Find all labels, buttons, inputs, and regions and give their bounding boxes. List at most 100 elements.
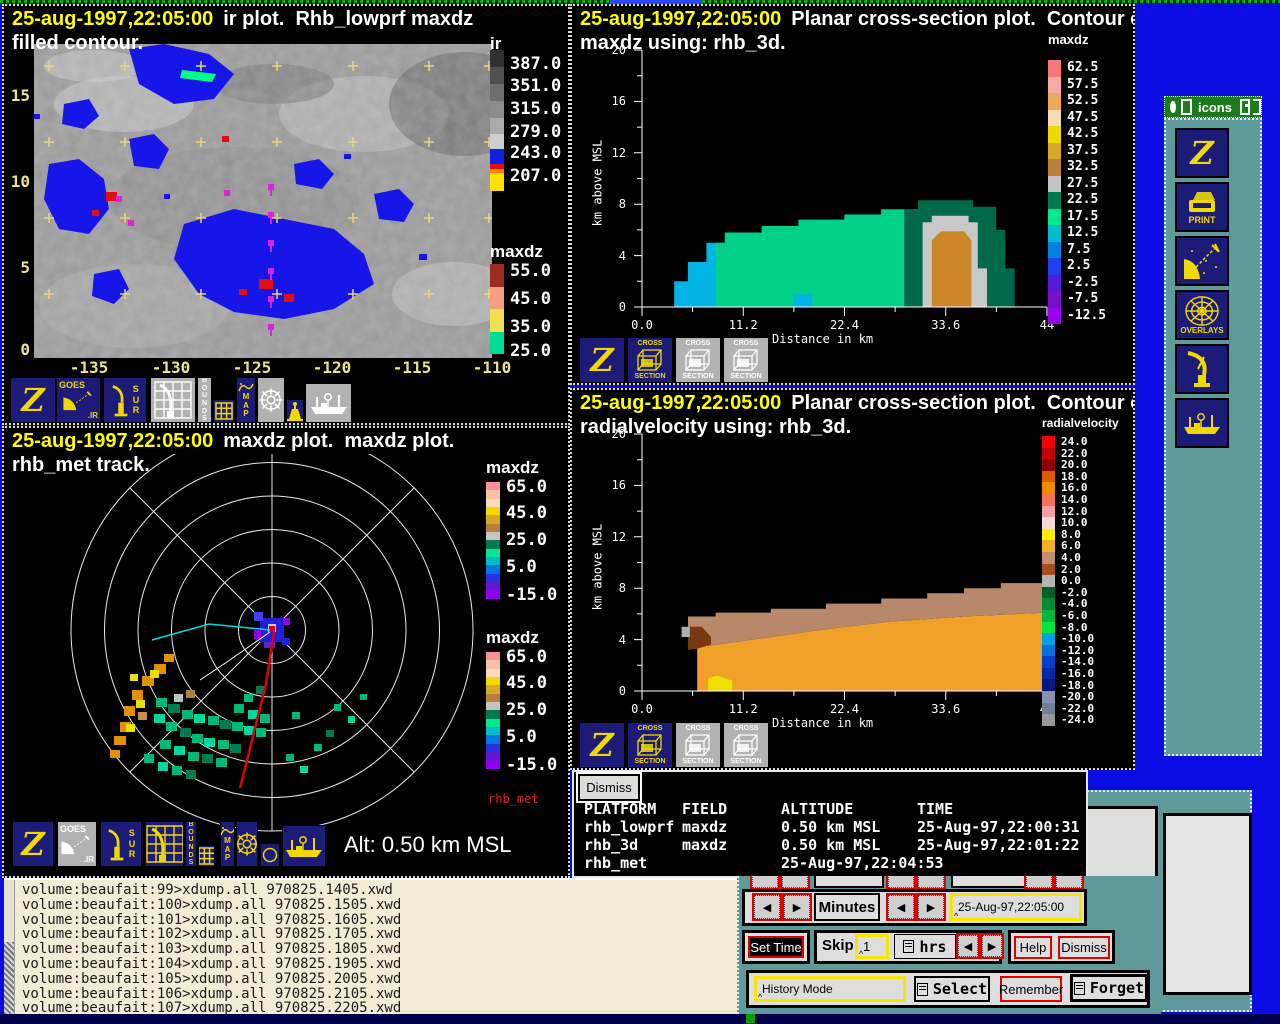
window-iconify-button[interactable] — [1252, 99, 1261, 115]
skip-value-field[interactable]: 1 — [855, 934, 889, 959]
toolbar-button-circle-icon[interactable] — [260, 843, 280, 867]
xsec-ytick: 12 — [611, 529, 626, 544]
colorbar-tick: -12.5 — [1067, 307, 1107, 323]
shelf-button-overlays-icon[interactable]: OVERLAYS — [1175, 290, 1229, 340]
toolbar-button-bounds-icon[interactable]: BOUNDS — [185, 821, 197, 867]
toolbar-button-buoy-icon[interactable] — [286, 399, 304, 423]
colorbar-tick: 25.0 — [506, 529, 547, 550]
clipped-button[interactable] — [918, 876, 944, 888]
table-cell: rhb_3d — [584, 836, 639, 854]
history-mode-field[interactable]: History Mode — [754, 976, 906, 1002]
clipped-button[interactable] — [814, 876, 884, 888]
taskbar — [0, 1014, 1280, 1024]
shelf-button-radar-icon[interactable] — [1175, 344, 1229, 394]
help-button[interactable]: Help — [1014, 936, 1052, 959]
platform-table: PLATFORM FIELD ALTITUDE TIME rhb_lowprf maxdz… — [574, 800, 1086, 872]
colorbar-tick: 387.0 — [510, 53, 562, 74]
colorbar-tick: 351.0 — [510, 76, 562, 97]
window-box-icon[interactable] — [1180, 99, 1192, 115]
skip-back-button[interactable]: ◀ — [958, 935, 978, 957]
toolbar-button-smallgrid-icon[interactable] — [213, 399, 235, 423]
clipped-button[interactable] — [1026, 876, 1052, 888]
toolbar-button-zebra-icon[interactable]: Z — [10, 377, 56, 423]
platform-dismiss-button[interactable]: Dismiss — [578, 774, 640, 801]
shelf-button-satellite-icon[interactable] — [1175, 236, 1229, 286]
cross-section-maxdz-window: 25-aug-1997,22:05:00 Planar cross-section… — [570, 4, 1135, 385]
colorbar-tick: 315.0 — [510, 99, 562, 120]
terminal-window[interactable]: volume:beaufait:99>xdump.all 970825.1405… — [4, 878, 738, 1024]
toolbar-button-cross-icon[interactable]: CROSS SECTION — [675, 722, 721, 768]
colorbar-tick: 27.5 — [1067, 175, 1099, 191]
toolbar-button-cross-icon[interactable]: CROSS SECTION — [627, 337, 673, 383]
xsec-xtick: 0.0 — [631, 702, 653, 716]
colorbar-tick: -7.5 — [1067, 291, 1099, 307]
toolbar-button-sur-icon[interactable]: SUR — [103, 377, 147, 423]
toolbar-button-cross-icon[interactable]: CROSS SECTION — [675, 337, 721, 383]
time-dismiss-button[interactable]: Dismiss — [1058, 936, 1110, 959]
xs2-title-line2: radialvelocity using: rhb_3d. — [580, 416, 852, 438]
time-field[interactable]: 25-Aug-97,22:05:00 — [950, 893, 1082, 921]
window-dot-button[interactable] — [1239, 99, 1250, 115]
toolbar-button-sur-icon[interactable]: SUR — [100, 821, 142, 867]
skip-forward-button[interactable]: ▶ — [982, 935, 1002, 957]
set-time-button[interactable]: Set Time — [748, 936, 804, 958]
shelf-button-zebra-icon[interactable]: Z — [1175, 128, 1229, 178]
window-menu-icon[interactable] — [1170, 101, 1176, 113]
colorbar-tick: 2.5 — [1067, 258, 1091, 274]
colorbar-tick: 25.0 — [506, 699, 547, 720]
toolbar-button-ship-icon[interactable] — [305, 383, 352, 423]
toolbar-button-gear-icon[interactable] — [236, 821, 258, 867]
clipped-button[interactable] — [1056, 876, 1082, 888]
toolbar-button-cross-icon[interactable]: CROSS SECTION — [627, 722, 673, 768]
table-row: rhb_lowprf maxdz 0.50 km MSL 25-Aug-97,22:0… — [574, 818, 1086, 836]
toolbar-button-map-icon[interactable]: MAP — [236, 377, 256, 423]
xsec-xtick: 44 — [1039, 318, 1055, 332]
table-cell: rhb_lowprf — [584, 818, 675, 836]
xsec-ytick: 12 — [611, 145, 626, 160]
altitude-readout: Alt: 0.50 km MSL — [344, 832, 512, 857]
toolbar-button-zebra-icon[interactable]: Z — [12, 821, 54, 867]
table-cell: rhb_met — [584, 854, 648, 872]
toolbar-button-zebra-icon[interactable]: Z — [579, 337, 625, 383]
ir-ytick: 5 — [20, 258, 30, 277]
radar-colorbar-1: maxdz 65.0 45.0 25.0 5.0 -15.0 — [486, 458, 557, 605]
toolbar-button-cross-icon[interactable]: CROSS SECTION — [723, 337, 769, 383]
xs1-colorbar: maxdz 62.5 57.5 52.5 47.5 42.5 37.5 32.5 27.5 22.… — [1048, 32, 1106, 324]
colorbar-tick: -2.5 — [1067, 274, 1099, 290]
toolbar-button-gear-icon[interactable] — [257, 377, 285, 423]
select-dropdown[interactable]: Select — [914, 976, 990, 1002]
toolbar-button-gridradar-icon[interactable] — [145, 821, 184, 867]
terminal-scrollbar[interactable] — [4, 880, 15, 1014]
toolbar-button-goes-icon[interactable]: GOES .IR — [57, 821, 97, 867]
toolbar-button-goes-icon[interactable]: GOES .IR — [56, 377, 101, 423]
toolbar-button-cross-icon[interactable]: CROSS SECTION — [723, 722, 769, 768]
toolbar-button-gridradar-icon[interactable] — [150, 377, 196, 423]
menu-icon — [903, 940, 915, 953]
clipped-button[interactable] — [888, 876, 914, 888]
toolbar-button-bounds-icon[interactable]: BOUNDS — [197, 377, 212, 423]
clipped-button[interactable] — [782, 876, 808, 888]
xs2-title: 25-aug-1997,22:05:00 Planar cross-section… — [580, 392, 1135, 414]
radar-title-line2: rhb_met track. — [12, 454, 150, 476]
remember-button[interactable]: Remember — [999, 976, 1063, 1002]
colorbar-tick: 45.0 — [506, 503, 547, 524]
ir-ytick: 15 — [10, 86, 30, 105]
desktop: 25-aug-1997,22:05:00 ir plot. Rhb_lowprf … — [0, 0, 1280, 1024]
hrs-dropdown[interactable]: hrs — [894, 934, 956, 959]
minutes-forward2-button[interactable]: ▶ — [918, 895, 944, 919]
shelf-button-ship-icon[interactable] — [1175, 398, 1229, 448]
toolbar-button-zebra-icon[interactable]: Z — [579, 722, 625, 768]
colorbar-tick: 35.0 — [510, 317, 551, 338]
clipped-button[interactable] — [752, 876, 778, 888]
forget-dropdown[interactable]: Forget — [1070, 974, 1148, 1002]
toolbar-button-ship-icon[interactable] — [282, 825, 326, 867]
table-cell: TIME — [917, 800, 954, 818]
minutes-back2-button[interactable]: ◀ — [888, 895, 914, 919]
minutes-forward-button[interactable]: ▶ — [784, 895, 810, 919]
toolbar-button-map-icon[interactable]: MAP — [220, 821, 235, 867]
shelf-button-print-icon[interactable]: PRINT — [1175, 182, 1229, 232]
minutes-back-button[interactable]: ◀ — [754, 895, 780, 919]
icon-shelf-titlebar[interactable]: icons — [1164, 96, 1262, 118]
minutes-button[interactable]: Minutes — [814, 893, 880, 921]
toolbar-button-smallgrid-icon[interactable] — [198, 845, 215, 867]
